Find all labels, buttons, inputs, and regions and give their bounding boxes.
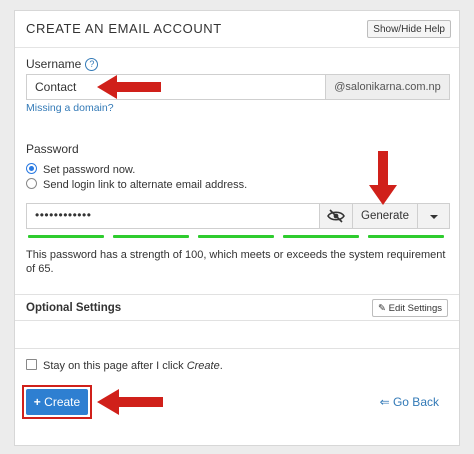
- create-button[interactable]: + Create: [26, 389, 88, 415]
- radio-label-send-link: Send login link to alternate email addre…: [43, 179, 248, 191]
- create-email-panel: CREATE AN EMAIL ACCOUNT Show/Hide Help U…: [14, 10, 460, 446]
- pencil-icon: ✎: [378, 303, 387, 314]
- radio-unchecked-icon[interactable]: [26, 178, 37, 189]
- radio-checked-icon[interactable]: [26, 163, 37, 174]
- toggle-visibility-button[interactable]: [319, 203, 353, 229]
- show-hide-help-button[interactable]: Show/Hide Help: [367, 20, 451, 38]
- username-input-group: Contact @salonikarna.com.np: [26, 74, 450, 100]
- red-arrow-icon: [97, 75, 161, 99]
- eye-slash-icon: [327, 209, 345, 223]
- radio-send-login-link[interactable]: Send login link to alternate email addre…: [26, 178, 247, 192]
- password-input[interactable]: ••••••••••••: [26, 203, 320, 229]
- arrow-left-icon: ⇐: [379, 395, 390, 409]
- plus-icon: +: [33, 395, 41, 409]
- password-label: Password: [26, 142, 79, 156]
- username-input[interactable]: Contact: [26, 74, 326, 100]
- strength-segment: [283, 235, 359, 238]
- divider: [15, 348, 459, 349]
- stay-on-page-row[interactable]: Stay on this page after I click Create.: [26, 359, 223, 373]
- red-arrow-icon: [369, 151, 397, 205]
- divider: [15, 320, 459, 321]
- stay-on-page-checkbox[interactable]: [26, 359, 37, 370]
- question-circle-icon[interactable]: ?: [85, 58, 99, 71]
- strength-segment: [368, 235, 444, 238]
- strength-segment: [198, 235, 274, 238]
- edit-settings-label: Edit Settings: [388, 303, 442, 314]
- page: CREATE AN EMAIL ACCOUNT Show/Hide Help U…: [0, 0, 474, 454]
- edit-settings-button[interactable]: ✎ Edit Settings: [372, 299, 448, 317]
- generate-button[interactable]: Generate: [352, 203, 418, 229]
- password-input-group: •••••••••••• Generate: [26, 203, 450, 229]
- username-label-row: Username?: [26, 57, 99, 71]
- strength-segment: [113, 235, 189, 238]
- go-back-label: Go Back: [392, 395, 439, 409]
- strength-message: This password has a strength of 100, whi…: [26, 249, 446, 275]
- create-label: Create: [44, 395, 81, 409]
- radio-set-password-now[interactable]: Set password now.: [26, 163, 135, 177]
- caret-down-icon: [430, 215, 438, 219]
- red-arrow-icon: [97, 389, 163, 415]
- optional-settings-title: Optional Settings: [26, 302, 122, 314]
- panel-header: CREATE AN EMAIL ACCOUNT Show/Hide Help: [15, 11, 459, 48]
- missing-domain-link[interactable]: Missing a domain?: [26, 102, 114, 114]
- stay-suffix: .: [219, 360, 223, 372]
- stay-prefix: Stay on this page after I click: [43, 360, 187, 372]
- domain-addon: @salonikarna.com.np: [326, 74, 450, 100]
- username-label: Username: [26, 57, 82, 71]
- go-back-link[interactable]: ⇐ Go Back: [380, 395, 439, 409]
- panel-title: CREATE AN EMAIL ACCOUNT: [26, 21, 222, 36]
- stay-emphasis: Create: [186, 360, 220, 372]
- divider: [15, 294, 459, 295]
- generate-dropdown-button[interactable]: [417, 203, 450, 229]
- strength-segment: [28, 235, 104, 238]
- radio-label-set-password: Set password now.: [43, 164, 136, 176]
